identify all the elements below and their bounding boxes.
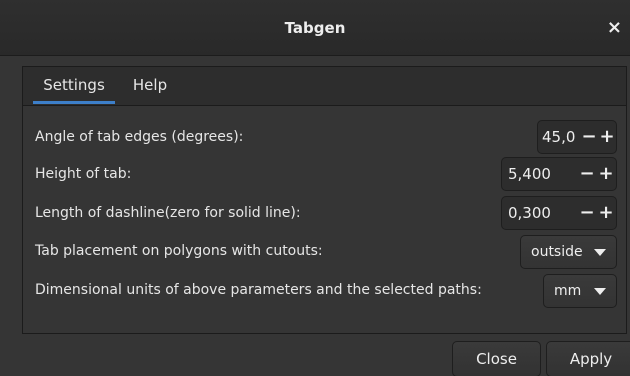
units-label: Dimensional units of above parameters an… [35, 282, 482, 298]
dashline-label: Length of dashline(zero for solid line): [35, 205, 301, 221]
close-button[interactable]: Close [452, 341, 541, 376]
dialog-window: Tabgen × Settings Help Angle of tab edge… [0, 0, 630, 376]
dashline-increment-button[interactable]: + [597, 197, 615, 229]
close-icon[interactable]: × [607, 0, 622, 56]
units-value: mm [554, 283, 582, 299]
angle-spinbutton[interactable]: 45,0 − + [537, 120, 617, 154]
height-increment-button[interactable]: + [597, 158, 615, 190]
angle-decrement-button[interactable]: − [580, 121, 598, 153]
title-bar: Tabgen × [0, 0, 630, 56]
chevron-down-icon [594, 288, 606, 295]
units-dropdown[interactable]: mm [543, 274, 617, 308]
window-title: Tabgen [284, 19, 346, 37]
placement-dropdown[interactable]: outside [520, 235, 617, 269]
chevron-down-icon [594, 249, 606, 256]
dashline-value[interactable]: 0,300 [508, 197, 551, 229]
dashline-decrement-button[interactable]: − [578, 197, 596, 229]
height-decrement-button[interactable]: − [578, 158, 596, 190]
tab-bar: Settings Help [23, 67, 626, 106]
height-value[interactable]: 5,400 [508, 158, 551, 190]
notebook: Settings Help Angle of tab edges (degree… [22, 66, 627, 334]
angle-value[interactable]: 45,0 [542, 121, 575, 153]
tab-settings[interactable]: Settings [33, 67, 115, 104]
apply-button[interactable]: Apply [546, 341, 630, 376]
dashline-spinbutton[interactable]: 0,300 − + [501, 196, 617, 230]
placement-label: Tab placement on polygons with cutouts: [35, 243, 323, 259]
height-label: Height of tab: [35, 166, 132, 182]
angle-increment-button[interactable]: + [598, 121, 616, 153]
settings-panel: Angle of tab edges (degrees): 45,0 − + H… [23, 106, 626, 333]
height-spinbutton[interactable]: 5,400 − + [501, 157, 617, 191]
tab-help[interactable]: Help [127, 67, 173, 104]
placement-value: outside [531, 244, 583, 260]
angle-label: Angle of tab edges (degrees): [35, 129, 244, 145]
